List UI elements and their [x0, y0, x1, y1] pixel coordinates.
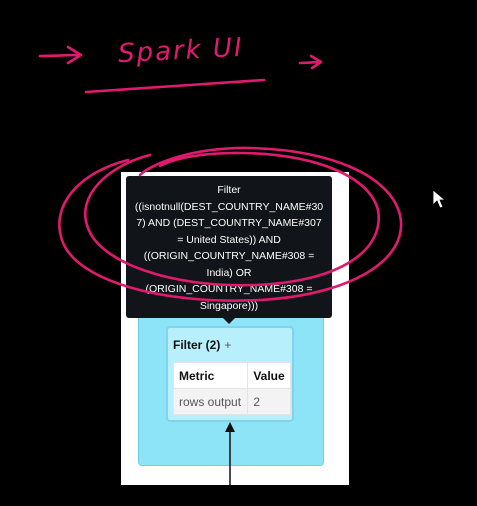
expand-icon[interactable]: +	[224, 338, 231, 352]
filter-node[interactable]: Filter (2) + Metric Value rows output 2	[166, 326, 294, 422]
filter-node-title: Filter (2) +	[173, 338, 231, 352]
value-column-header: Value	[247, 362, 291, 389]
hand-underline	[84, 78, 266, 94]
value-cell: 2	[247, 388, 291, 415]
filter-tooltip: Filter ((isnotnull(DEST_COUNTRY_NAME#30 …	[126, 176, 332, 318]
tooltip-tail	[223, 318, 235, 324]
filter-node-title-text: Filter (2)	[173, 338, 221, 352]
handwritten-title: Spark UI	[117, 32, 245, 70]
table-row: rows output 2	[172, 388, 291, 415]
hand-arrow-right	[298, 54, 323, 70]
tooltip-line: (ORIGIN_COUNTRY_NAME#308 =	[145, 283, 313, 295]
metric-column-header: Metric	[172, 362, 249, 389]
tooltip-line: = United States)) AND	[177, 233, 281, 246]
tooltip-line: Filter	[217, 184, 241, 196]
tooltip-line: 7) AND (DEST_COUNTRY_NAME#307	[136, 217, 322, 229]
tooltip-line: ((isnotnull(DEST_COUNTRY_NAME#30	[134, 200, 324, 213]
tooltip-line: India) OR	[206, 266, 252, 279]
mouse-cursor-icon	[432, 189, 447, 209]
metric-cell: rows output	[172, 388, 249, 415]
tooltip-line: Singapore)))	[199, 299, 259, 312]
hand-arrow-left	[38, 45, 83, 65]
metrics-table: Metric Value rows output 2	[172, 362, 291, 415]
tooltip-line: ((ORIGIN_COUNTRY_NAME#308 =	[143, 250, 315, 262]
metrics-header-row: Metric Value	[172, 362, 291, 389]
